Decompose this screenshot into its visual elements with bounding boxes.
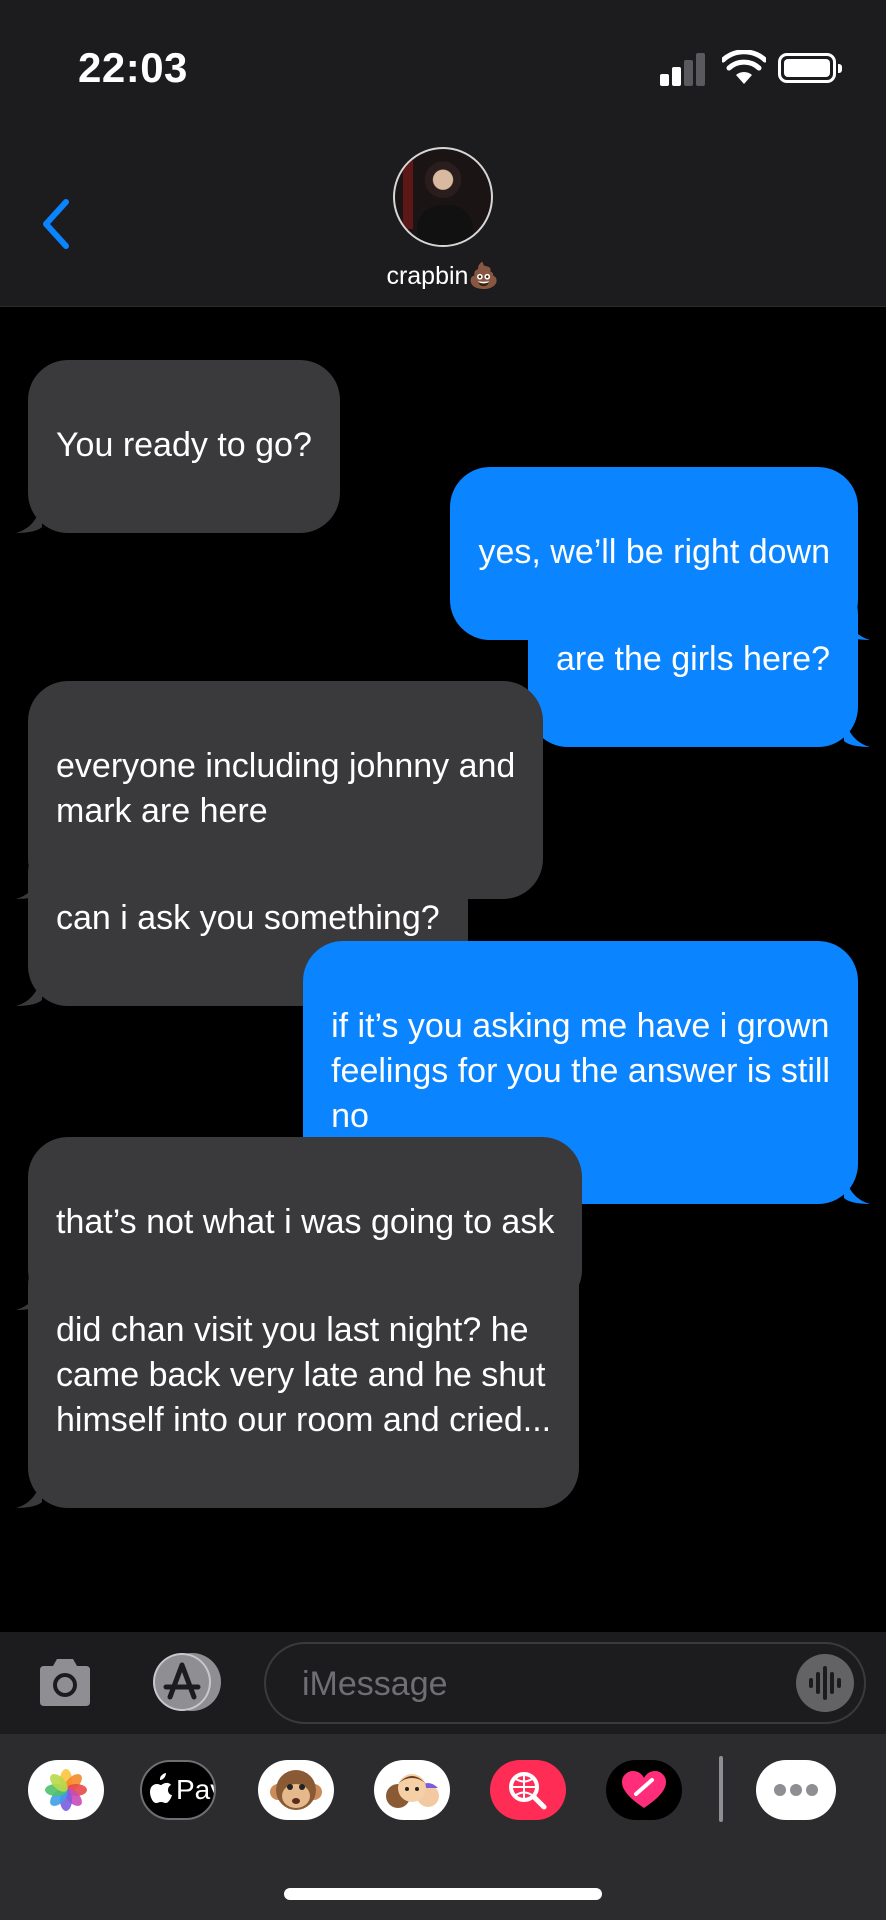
status-time: 22:03 [78, 44, 188, 91]
message-text: if it’s you asking me have i grown feeli… [331, 1007, 830, 1135]
photos-app-icon[interactable] [28, 1760, 104, 1820]
message-text: did chan visit you last night? he came b… [56, 1311, 552, 1439]
home-indicator[interactable] [284, 1888, 602, 1900]
message-text: You ready to go? [56, 426, 312, 464]
message-bubble-incoming[interactable]: did chan visit you last night? he came b… [16, 1245, 580, 1508]
app-store-icon[interactable] [148, 1653, 224, 1711]
camera-icon[interactable] [36, 1656, 94, 1708]
animoji-app-icon[interactable] [258, 1760, 334, 1820]
bubble-tail [16, 976, 42, 1006]
contact-avatar[interactable] [393, 147, 493, 247]
apple-pay-app-icon[interactable]: Pay [140, 1760, 216, 1820]
message-text: are the girls here? [555, 640, 830, 678]
message-text: that’s not what i was going to ask [56, 1203, 555, 1241]
message-bubble-outgoing[interactable]: are the girls here? [527, 574, 870, 747]
bubble-tail [16, 1478, 42, 1508]
app-drawer: Pay [0, 1734, 886, 1920]
message-text: yes, we’ll be right down [478, 533, 830, 571]
imessage-input[interactable] [300, 1658, 744, 1710]
bubble-tail [16, 503, 42, 533]
audio-waveform-icon [809, 1666, 841, 1700]
digital-touch-app-icon[interactable] [606, 1760, 682, 1820]
apple-pay-label: Pay [176, 1774, 214, 1805]
conversation-header: 22:03 crapbin💩 [0, 0, 886, 307]
memoji-app-icon[interactable] [374, 1760, 450, 1820]
contact-name[interactable]: crapbin💩 [0, 262, 886, 291]
message-text: everyone including johnny and mark are h… [56, 747, 516, 830]
back-button[interactable] [36, 196, 76, 252]
message-bubble-incoming[interactable]: You ready to go? [16, 360, 340, 533]
audio-message-button[interactable] [796, 1654, 854, 1712]
bubble-tail [844, 717, 870, 747]
drawer-divider [719, 1756, 723, 1822]
cellular-signal-icon [660, 52, 706, 86]
bubble-tail [844, 1174, 870, 1204]
battery-icon [778, 53, 842, 83]
message-text: can i ask you something? [56, 899, 440, 937]
message-thread: You ready to go? yes, we’ll be right dow… [0, 306, 886, 1632]
imessage-field-wrapper[interactable] [264, 1642, 866, 1724]
wifi-icon [722, 50, 766, 84]
compose-bar [0, 1632, 886, 1734]
more-apps-icon[interactable] [756, 1760, 836, 1820]
web-search-app-icon[interactable] [490, 1760, 566, 1820]
